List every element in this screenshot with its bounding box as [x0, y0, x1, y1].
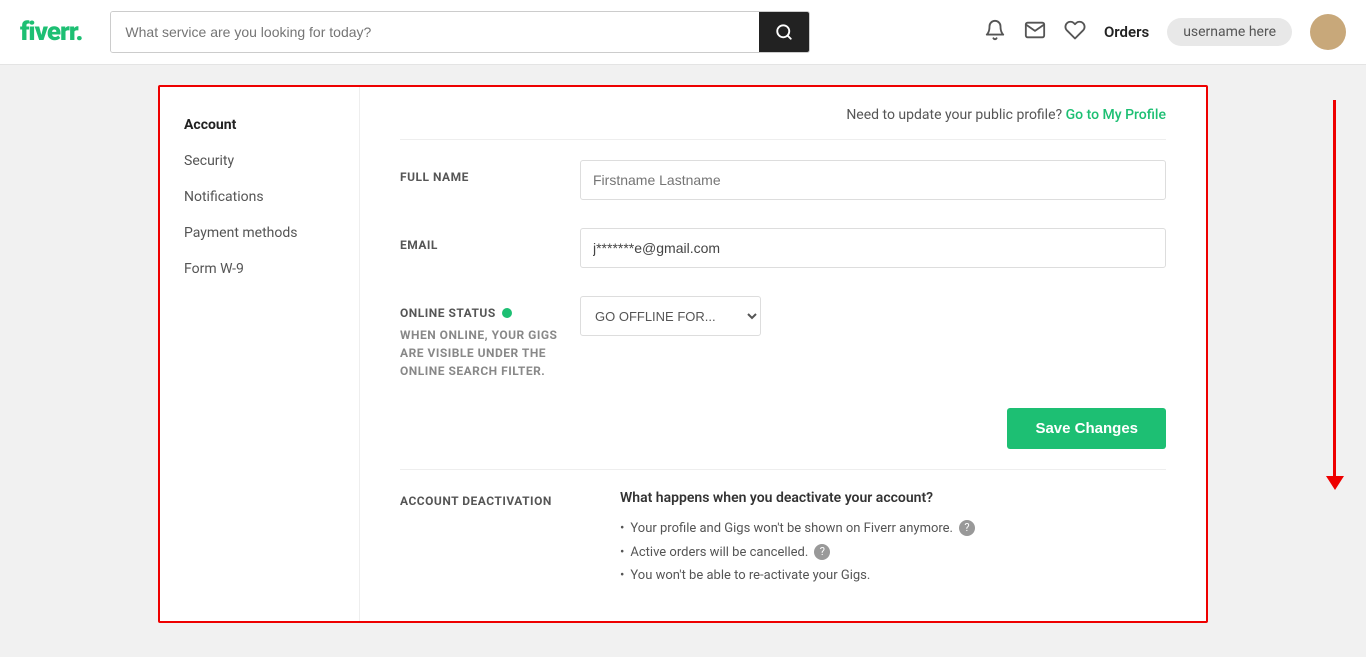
save-changes-button[interactable]: Save Changes — [1007, 408, 1166, 449]
email-field — [580, 228, 1166, 268]
deactivation-item-1: Your profile and Gigs won't be shown on … — [620, 520, 1166, 536]
messages-icon[interactable] — [1024, 19, 1046, 46]
logo[interactable]: fiverr. — [20, 17, 82, 47]
offline-select-field: GO OFFLINE FOR... 1 Hour 2 Hours 4 Hours… — [580, 296, 1166, 336]
full-name-row: FULL NAME — [400, 160, 1166, 200]
scroll-indicator-arrow — [1333, 100, 1336, 480]
deactivation-list: Your profile and Gigs won't be shown on … — [620, 520, 1166, 583]
help-icon-1[interactable]: ? — [959, 520, 975, 536]
offline-for-select[interactable]: GO OFFLINE FOR... 1 Hour 2 Hours 4 Hours… — [580, 296, 761, 336]
online-status-label-text: ONLINE STATUS — [400, 306, 496, 320]
sidebar-item-payment-methods[interactable]: Payment methods — [160, 215, 359, 251]
online-status-row: ONLINE STATUS When online, your Gigs are… — [400, 296, 1166, 380]
header-icons: Orders username here — [984, 14, 1346, 50]
avatar[interactable] — [1310, 14, 1346, 50]
deactivation-info: What happens when you deactivate your ac… — [620, 490, 1166, 591]
logo-text: fiverr — [20, 17, 76, 47]
help-icon-2[interactable]: ? — [814, 544, 830, 560]
sidebar-item-security[interactable]: Security — [160, 143, 359, 179]
sidebar-item-account[interactable]: Account — [160, 107, 359, 143]
search-icon — [775, 23, 793, 41]
search-bar — [110, 11, 810, 53]
settings-content: Need to update your public profile? Go t… — [360, 87, 1206, 621]
notifications-bell-icon[interactable] — [984, 19, 1006, 46]
search-input[interactable] — [111, 12, 759, 52]
go-to-profile-link[interactable]: Go to My Profile — [1066, 107, 1166, 123]
deactivation-label: ACCOUNT DEACTIVATION — [400, 490, 580, 591]
wishlist-icon[interactable] — [1064, 19, 1086, 46]
email-input[interactable] — [580, 228, 1166, 268]
settings-sidebar: Account Security Notifications Payment m… — [160, 87, 360, 621]
username-button[interactable]: username here — [1167, 18, 1292, 46]
main-content: Account Security Notifications Payment m… — [0, 65, 1366, 643]
logo-dot: . — [76, 17, 83, 47]
full-name-field — [580, 160, 1166, 200]
online-status-label-with-dot: ONLINE STATUS — [400, 306, 580, 320]
deactivation-item-2: Active orders will be cancelled. ? — [620, 544, 1166, 560]
online-status-description: When online, your Gigs are visible under… — [400, 326, 580, 380]
deactivation-title: What happens when you deactivate your ac… — [620, 490, 1166, 506]
deactivation-item-3: You won't be able to re-activate your Gi… — [620, 568, 1166, 583]
search-button[interactable] — [759, 12, 809, 52]
online-status-dot — [502, 308, 512, 318]
profile-link-bar: Need to update your public profile? Go t… — [400, 107, 1166, 140]
header: fiverr. Orders username here — [0, 0, 1366, 65]
sidebar-item-notifications[interactable]: Notifications — [160, 179, 359, 215]
orders-link[interactable]: Orders — [1104, 23, 1149, 41]
online-status-label-col: ONLINE STATUS When online, your Gigs are… — [400, 296, 580, 380]
email-row: EMAIL — [400, 228, 1166, 268]
full-name-input[interactable] — [580, 160, 1166, 200]
sidebar-item-form-w9[interactable]: Form W-9 — [160, 251, 359, 287]
full-name-label: FULL NAME — [400, 160, 580, 184]
settings-container: Account Security Notifications Payment m… — [158, 85, 1208, 623]
save-changes-row: Save Changes — [400, 408, 1166, 470]
account-deactivation-section: ACCOUNT DEACTIVATION What happens when y… — [400, 490, 1166, 591]
email-label: EMAIL — [400, 228, 580, 252]
profile-prompt-text: Need to update your public profile? — [846, 107, 1062, 123]
